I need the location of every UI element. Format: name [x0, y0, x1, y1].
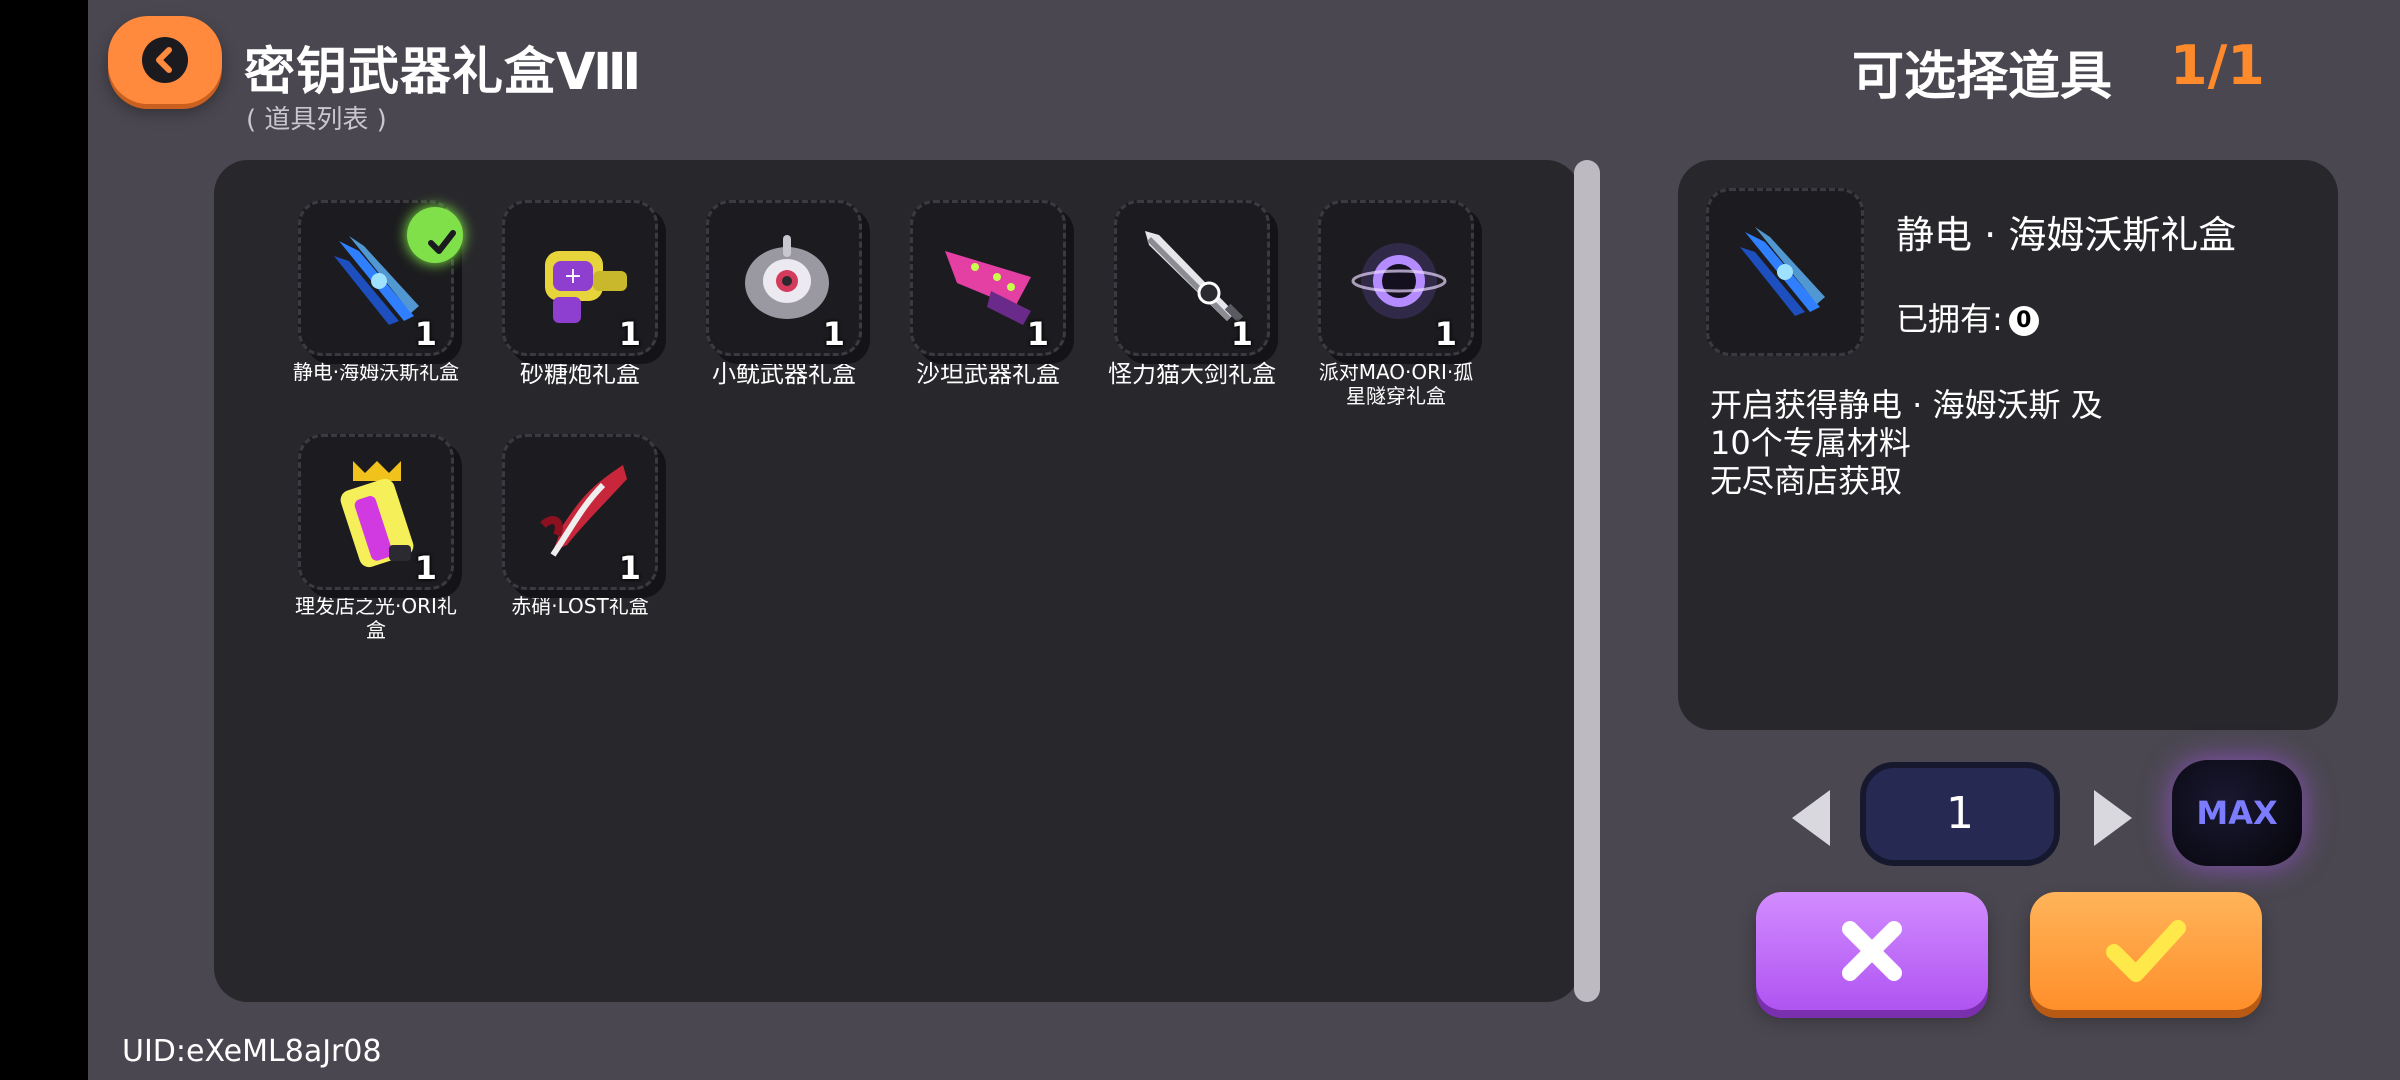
page-subtitle: ( 道具列表 ) [246, 105, 387, 135]
svg-text:+: + [564, 264, 582, 289]
detail-item-slot [1706, 188, 1864, 356]
description-line: 无尽商店获取 [1710, 462, 1903, 500]
back-arrow-icon [142, 37, 188, 83]
item-slot: 1 [502, 434, 658, 590]
item-quantity: 1 [1434, 315, 1457, 353]
item-slot: 1 [910, 200, 1066, 356]
close-icon [1842, 921, 1902, 981]
decrease-arrow-icon[interactable] [1792, 790, 1830, 846]
item-quantity: 1 [822, 315, 845, 353]
selectable-items-count: 1/1 [2170, 34, 2265, 97]
detail-description: 开启获得静电 · 海姆沃斯 及 10个专属材料 无尽商店获取 [1710, 386, 2310, 500]
selected-checkmark-icon [407, 207, 463, 263]
confirm-check-icon [2106, 920, 2186, 982]
item-name: 赤硝·LOST礼盒 [511, 594, 649, 618]
owned-count: 已拥有: 0 [1896, 294, 2039, 340]
description-line: 10个专属材料 [1710, 424, 1911, 462]
item-card-0[interactable]: 1 静电·海姆沃斯礼盒 [290, 200, 463, 384]
item-card-6[interactable]: 1 理发店之光·ORI礼盒 [290, 434, 462, 642]
item-card-4[interactable]: 1 怪力猫大剑礼盒 [1106, 200, 1278, 388]
electric-trident-icon [1740, 227, 1825, 316]
item-list-scrollbar[interactable] [1574, 160, 1600, 1002]
page-title: 密钥武器礼盒Ⅷ [244, 43, 643, 102]
item-quantity: 1 [1230, 315, 1253, 353]
item-quantity: 1 [618, 549, 641, 587]
max-button[interactable]: MAX [2172, 760, 2302, 866]
increase-arrow-icon[interactable] [2094, 790, 2132, 846]
item-name: 怪力猫大剑礼盒 [1108, 360, 1276, 388]
item-quantity: 1 [618, 315, 641, 353]
item-name: 理发店之光·ORI礼盒 [295, 594, 457, 642]
item-name: 砂糖炮礼盒 [520, 360, 640, 388]
item-card-7[interactable]: 1 赤硝·LOST礼盒 [494, 434, 666, 618]
user-id: UID:eXeML8aJr08 [122, 1034, 382, 1069]
item-card-1[interactable]: + 1 砂糖炮礼盒 [494, 200, 666, 388]
detail-item-name: 静电 · 海姆沃斯礼盒 [1896, 213, 2237, 257]
item-card-2[interactable]: 1 小鱿武器礼盒 [698, 200, 870, 388]
item-name: 小鱿武器礼盒 [712, 360, 856, 388]
item-quantity: 1 [1026, 315, 1049, 353]
confirm-button[interactable] [2030, 892, 2262, 1010]
back-button[interactable] [108, 16, 222, 104]
item-slot: 1 [298, 434, 454, 590]
item-slot: 1 [298, 200, 463, 356]
item-slot: 1 [1318, 200, 1474, 356]
item-quantity: 1 [414, 549, 437, 587]
owned-label: 已拥有: [1896, 300, 2003, 338]
item-quantity: 1 [414, 315, 437, 353]
cancel-button[interactable] [1756, 892, 1988, 1010]
selectable-items-label: 可选择道具 [1852, 47, 2113, 107]
item-slot: + 1 [502, 200, 658, 356]
quantity-input[interactable]: 1 [1860, 762, 2060, 866]
item-name: 静电·海姆沃斯礼盒 [292, 360, 460, 384]
item-slot: 1 [1114, 200, 1270, 356]
item-card-3[interactable]: 1 沙坦武器礼盒 [902, 200, 1074, 388]
item-card-5[interactable]: 1 派对MAO·ORI·孤星隧穿礼盒 [1310, 200, 1482, 408]
item-name: 沙坦武器礼盒 [916, 360, 1060, 388]
owned-value: 0 [2008, 306, 2039, 336]
description-line: 开启获得静电 · 海姆沃斯 及 [1710, 386, 2103, 424]
item-name: 派对MAO·ORI·孤星隧穿礼盒 [1318, 360, 1474, 408]
item-slot: 1 [706, 200, 862, 356]
